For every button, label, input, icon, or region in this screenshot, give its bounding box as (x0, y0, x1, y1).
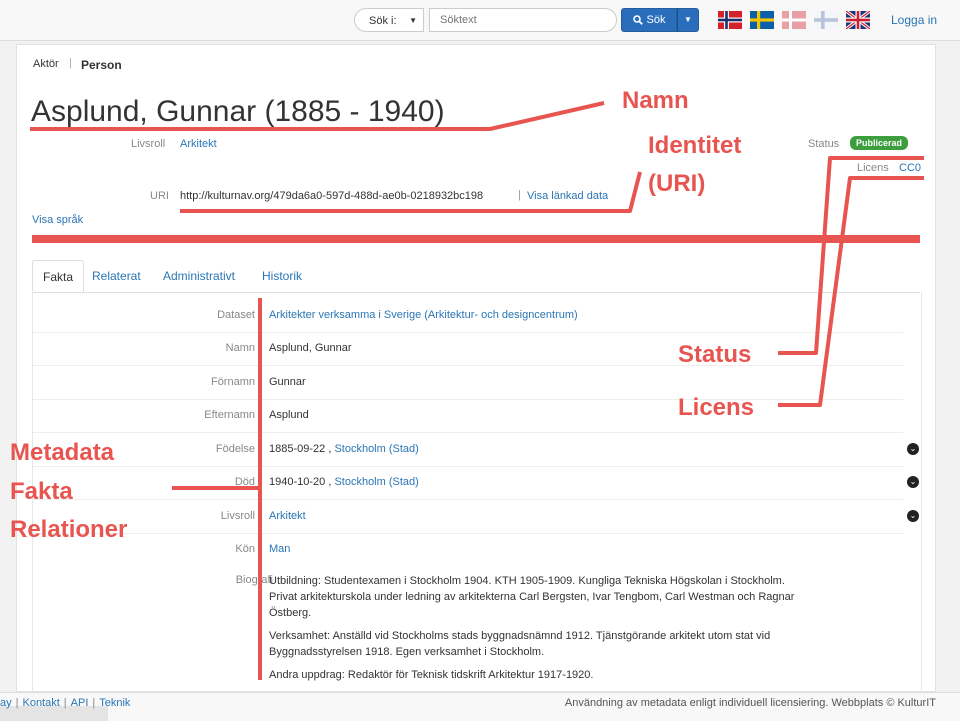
livsroll-value-link[interactable]: Arkitekt (269, 510, 306, 522)
search-scope-select[interactable]: Sök i: ▼ (354, 8, 424, 32)
search-options-dropdown[interactable]: ▼ (677, 8, 699, 32)
breadcrumb-separator: | (69, 57, 72, 69)
footer-link-contact[interactable]: Kontakt (22, 697, 59, 709)
footer-links: ay | Kontakt | API | Teknik (0, 697, 131, 709)
breadcrumb-actor[interactable]: Aktör (33, 58, 59, 70)
status-label: Status (808, 138, 840, 150)
fact-key: Födelse (215, 443, 255, 455)
fact-row-fodelse: Födelse 1885-09-22 , Stockholm (Stad) ⌄ (33, 433, 919, 467)
uri-value: http://kulturnav.org/479da6a0-597d-488d-… (180, 190, 484, 202)
fact-row-dataset: Dataset Arkitekter verksamma i Sverige (… (33, 299, 903, 333)
fact-value: Gunnar (269, 376, 306, 388)
footer: ay | Kontakt | API | Teknik Användning av meta… (0, 692, 960, 721)
footer-copyright: Användning av metadata enligt individuel… (564, 697, 936, 709)
annotation-namn: Namn (622, 87, 689, 114)
status-badge: Publicerad (850, 136, 909, 150)
livsroll-label: Livsroll (131, 138, 166, 150)
birth-place-link[interactable]: Stockholm (Stad) (334, 443, 418, 455)
expand-chevron-icon[interactable]: ⌄ (907, 476, 919, 488)
search-button-label: Sök (646, 14, 666, 26)
swedish-flag-icon[interactable] (750, 11, 774, 29)
fact-key: Namn (225, 342, 255, 354)
linked-data-link[interactable]: Visa länkad data (527, 190, 608, 202)
livsroll-link[interactable]: Arkitekt (180, 138, 217, 150)
gender-link[interactable]: Man (269, 543, 290, 555)
main-panel: Aktör | Person Asplund, Gunnar (1885 - 1… (16, 44, 936, 713)
fact-key: Förnamn (210, 376, 255, 388)
norwegian-flag-icon[interactable] (718, 11, 742, 29)
biography-label: Biografi (235, 574, 273, 586)
fact-row-efternamn: Efternamn Asplund (33, 399, 903, 433)
fact-row-kon: Kön Man (33, 533, 903, 566)
biography-paragraph: Utbildning: Studentexamen i Stockholm 19… (269, 575, 795, 619)
death-date: 1940-10-20 , (269, 476, 335, 488)
annotation-relationer: Relationer (10, 516, 128, 543)
search-button[interactable]: Sök (621, 8, 677, 32)
biography-paragraph: Verksamhet: Anställd vid Stockholms stad… (269, 630, 771, 658)
annotation-identity: Identitet (648, 132, 742, 159)
page-title: Asplund, Gunnar (1885 - 1940) (31, 95, 445, 128)
annotation-metadata: Metadata (10, 439, 115, 466)
death-place-link[interactable]: Stockholm (Stad) (334, 476, 418, 488)
tab-administrativt[interactable]: Administrativt (153, 260, 245, 292)
footer-link-tech[interactable]: Teknik (99, 697, 130, 709)
license-link[interactable]: CC0 (899, 162, 921, 174)
uri-label: URI (150, 190, 169, 202)
annotation-status: Status (678, 341, 752, 368)
uri-separator: | (518, 189, 521, 201)
search-icon (632, 15, 643, 25)
search-input[interactable] (429, 8, 617, 32)
fact-row-fornamn: Förnamn Gunnar (33, 366, 903, 400)
expand-chevron-icon[interactable]: ⌄ (907, 510, 919, 522)
tab-historik[interactable]: Historik (252, 260, 312, 292)
biography-paragraph: Andra uppdrag: Redaktör för Teknisk tids… (269, 669, 594, 681)
expand-chevron-icon[interactable]: ⌄ (907, 443, 919, 455)
fact-row-livsroll: Livsroll Arkitekt ⌄ (33, 500, 919, 534)
danish-flag-icon[interactable] (782, 11, 806, 29)
birth-date: 1885-09-22 , (269, 443, 335, 455)
footer-link-api[interactable]: API (71, 697, 89, 709)
annotation-uri: (URI) (648, 170, 706, 197)
caret-down-icon: ▼ (684, 15, 692, 24)
fact-key: Efternamn (204, 409, 255, 421)
fact-row-dod: Död 1940-10-20 , Stockholm (Stad) ⌄ (33, 466, 919, 500)
caret-down-icon: ▼ (409, 16, 417, 25)
breadcrumb-person: Person (81, 58, 122, 72)
fact-key: Dataset (217, 309, 255, 321)
fact-value: Asplund, Gunnar (269, 342, 352, 354)
fact-row-namn: Namn Asplund, Gunnar (33, 332, 903, 366)
tab-fakta[interactable]: Fakta (32, 260, 85, 292)
annotation-fakta: Fakta (10, 478, 73, 505)
fact-key: Livsroll (220, 510, 255, 522)
show-language-link[interactable]: Visa språk (32, 214, 83, 226)
tab-relaterat[interactable]: Relaterat (82, 260, 151, 292)
login-link[interactable]: Logga in (891, 13, 937, 27)
fact-value: Asplund (269, 409, 309, 421)
license-label: Licens (857, 162, 889, 174)
fact-key: Kön (235, 543, 255, 555)
dataset-link[interactable]: Arkitekter verksamma i Sverige (Arkitekt… (269, 309, 578, 321)
tab-bar: Fakta Relaterat Administrativt Historik (32, 260, 920, 293)
top-navbar: Sök i: ▼ Sök ▼ Logga in (0, 0, 960, 41)
english-flag-icon[interactable] (846, 11, 870, 29)
finnish-flag-icon[interactable] (814, 11, 838, 29)
fact-key: Död (234, 476, 255, 488)
annotation-licens: Licens (678, 394, 755, 421)
facts-panel: Dataset Arkitekter verksamma i Sverige (… (32, 292, 922, 713)
footer-link-fragment[interactable]: ay (0, 697, 12, 709)
search-scope-label: Sök i: (369, 15, 397, 27)
